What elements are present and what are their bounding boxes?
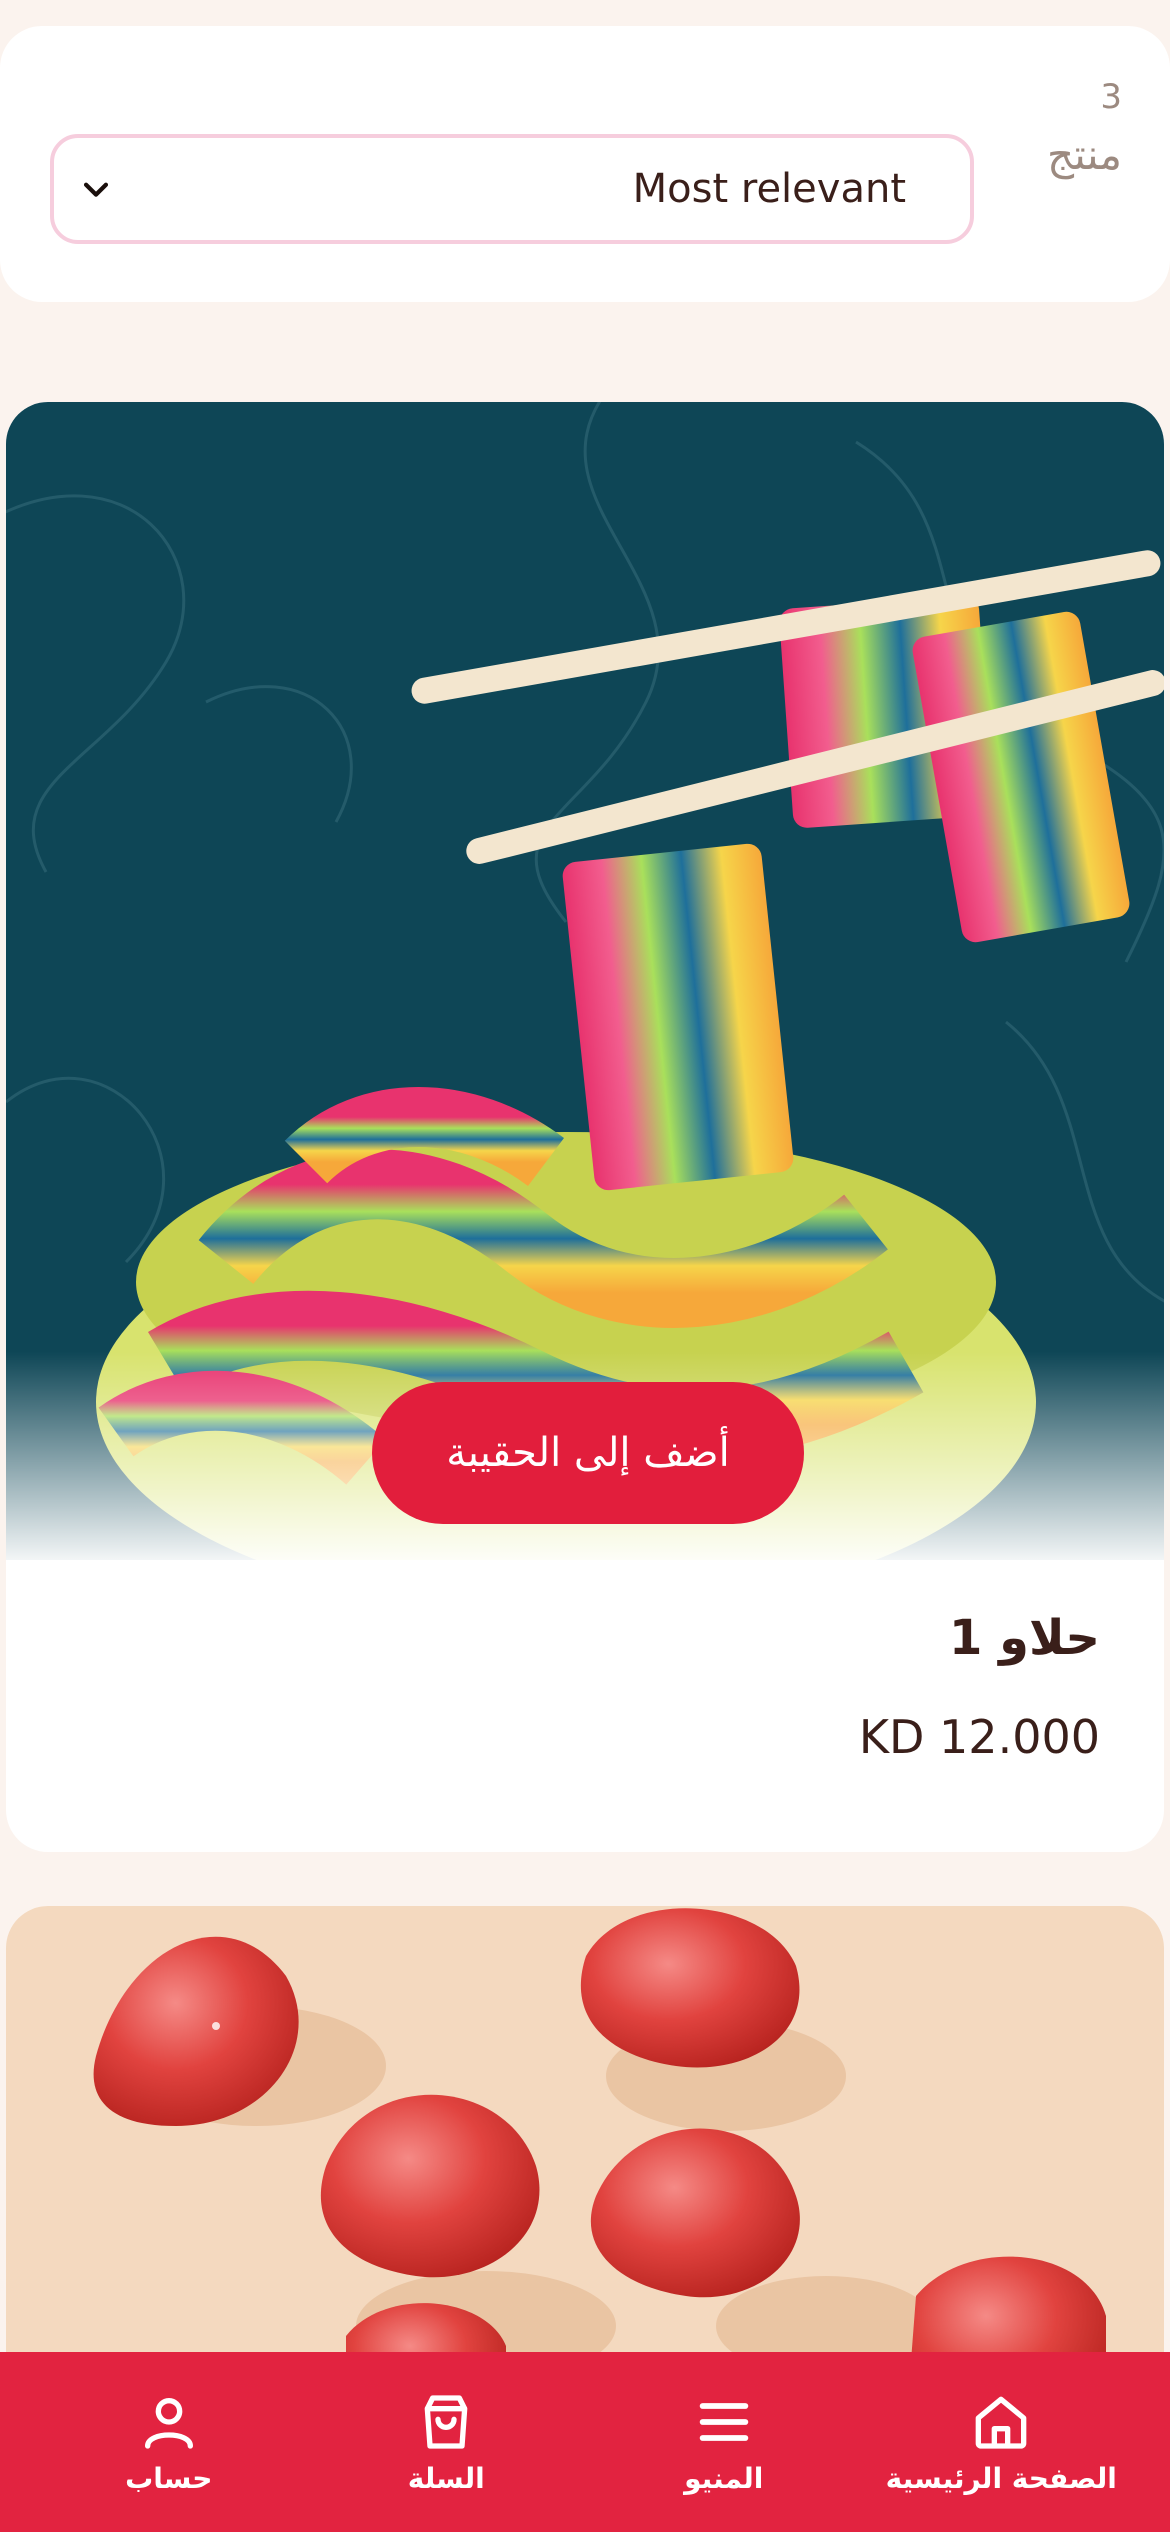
nav-label: السلة [407, 2461, 485, 2495]
home-icon [975, 2396, 1027, 2449]
add-to-bag-button[interactable]: أضف إلى الحقيبة [372, 1382, 804, 1524]
results-count: 3 منتج [1047, 74, 1122, 184]
menu-icon [699, 2402, 749, 2441]
results-count-label: منتج [1047, 129, 1122, 179]
product-listing-page: 3 منتج Most relevant أضف إلى الحقيبة حلا… [0, 0, 1170, 2532]
bag-icon [424, 2394, 468, 2449]
product-price: KD 12.000 [858, 1710, 1100, 1764]
user-icon [144, 2397, 193, 2449]
filter-bar: 3 منتج Most relevant [0, 26, 1170, 302]
nav-item-home[interactable]: الصفحة الرئيسية [881, 2390, 1121, 2495]
nav-item-menu[interactable]: المنيو [604, 2390, 844, 2495]
product-card[interactable]: أضف إلى الحقيبة حلاو 1 KD 12.000 [6, 402, 1164, 1852]
chevron-down-icon [76, 169, 116, 209]
nav-label: الصفحة الرئيسية [885, 2461, 1117, 2495]
sort-selected-value: Most relevant [632, 166, 906, 212]
nav-label: المنيو [684, 2461, 764, 2495]
nav-label: حساب [125, 2461, 213, 2495]
sort-dropdown[interactable]: Most relevant [50, 134, 974, 244]
product-info: حلاو 1 KD 12.000 [859, 1610, 1100, 1764]
results-count-number: 3 [1100, 77, 1122, 117]
product-name[interactable]: حلاو 1 [859, 1610, 1100, 1666]
bottom-navigation: الصفحة الرئيسية المنيو السلة حساب [0, 2352, 1170, 2532]
nav-item-account[interactable]: حساب [49, 2390, 289, 2495]
product-image[interactable]: أضف إلى الحقيبة [6, 402, 1164, 1560]
nav-item-cart[interactable]: السلة [326, 2390, 566, 2495]
